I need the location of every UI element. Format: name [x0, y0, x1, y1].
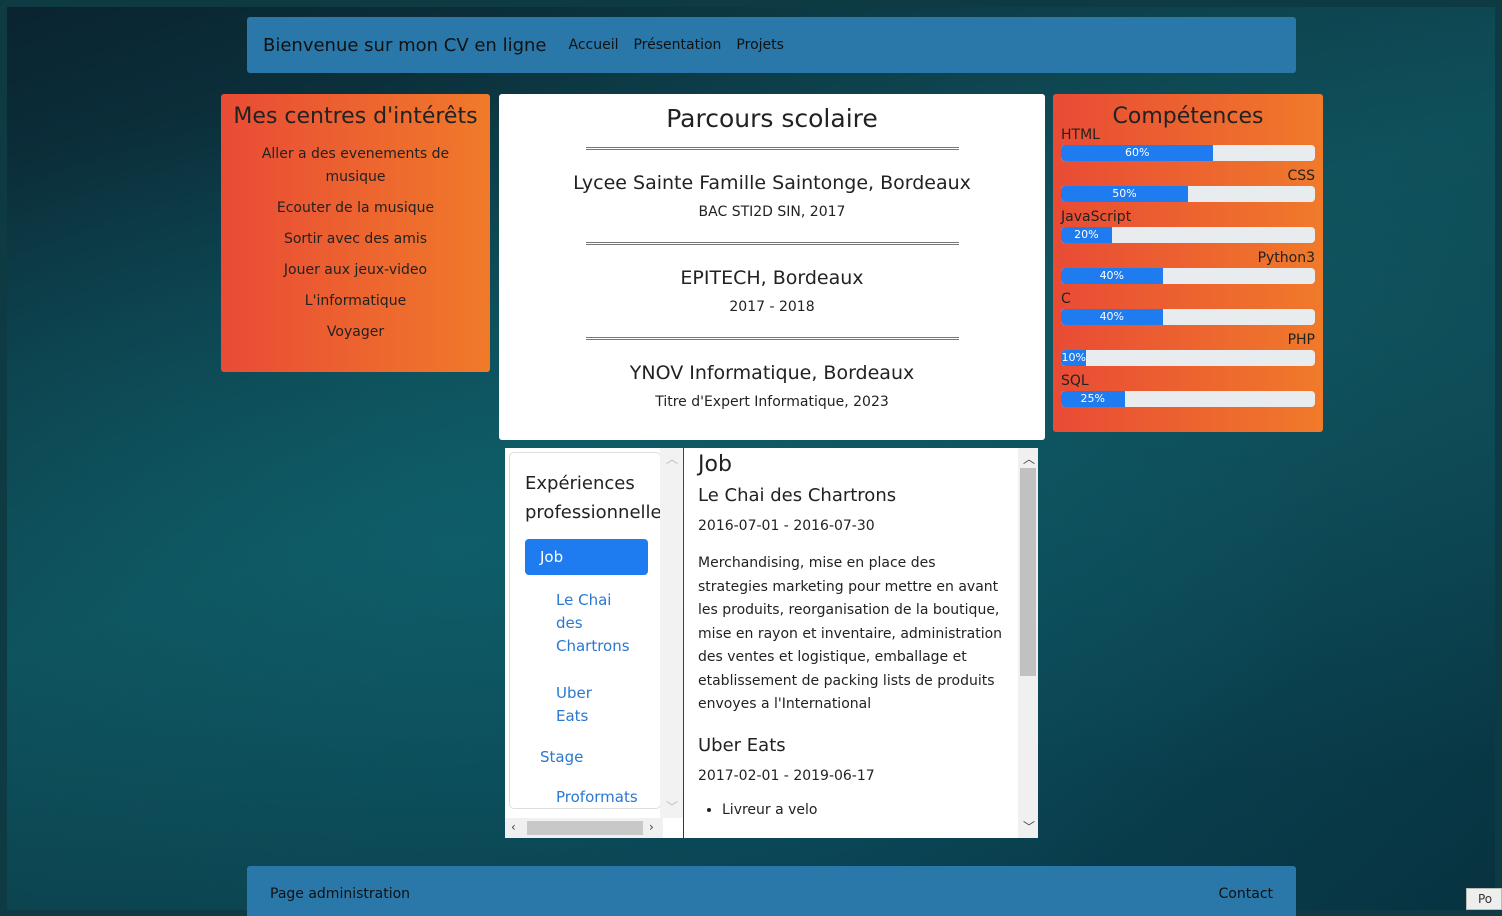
job-detail-content: Job Le Chai des Chartrons 2016-07-01 - 2…: [698, 448, 1008, 818]
school-name: Lycee Sainte Famille Saintonge, Bordeaux: [573, 172, 971, 194]
scroll-left-arrow-icon[interactable]: ‹: [511, 820, 516, 834]
education-entry: YNOV Informatique, Bordeaux Titre d'Expe…: [499, 340, 1045, 432]
nav-link-accueil[interactable]: Accueil: [568, 37, 618, 53]
skill-row: HTML 60%: [1053, 127, 1323, 174]
school-name: YNOV Informatique, Bordeaux: [629, 362, 915, 384]
job-description: Merchandising, mise en place des strateg…: [698, 555, 1003, 712]
job-dates: 2016-07-01 - 2016-07-30: [698, 518, 875, 534]
experience-nav-title: Expériences professionnelles: [525, 469, 660, 527]
experience-nav-panel: Expériences professionnelles Job Le Chai…: [505, 448, 683, 838]
interest-item: Jouer aux jeux-video: [283, 262, 428, 278]
skill-progress-bar: 25%: [1061, 391, 1315, 407]
education-title: Parcours scolaire: [666, 104, 878, 133]
skill-progress-fill: 10%: [1061, 350, 1087, 366]
nav-link-le-chai[interactable]: Le Chai des Chartrons: [556, 589, 630, 658]
skill-row: SQL 25%: [1053, 373, 1323, 420]
skills-card: Compétences HTML 60% CSS 50% JavaScript 20% Py…: [1053, 94, 1323, 432]
nav-pill-job-active[interactable]: Job: [525, 539, 648, 575]
footer-bar: Page administration Contact: [247, 866, 1296, 916]
education-entry: Lycee Sainte Famille Saintonge, Bordeaux…: [499, 150, 1045, 242]
nav-link-presentation[interactable]: Présentation: [633, 37, 721, 53]
experience-title-line: professionnelles: [525, 502, 660, 523]
skill-progress-fill: 50%: [1061, 186, 1188, 202]
interests-card: Mes centres d'intérêts Aller a des evene…: [221, 94, 490, 372]
interest-item: Sortir avec des amis: [283, 231, 428, 247]
education-entry: EPITECH, Bordeaux 2017 - 2018: [499, 245, 1045, 337]
interests-title: Mes centres d'intérêts: [233, 104, 478, 129]
job-task: Livreur a velo: [722, 802, 1008, 818]
job-detail-title: Job: [698, 452, 732, 477]
scroll-right-arrow-icon[interactable]: ›: [649, 820, 654, 834]
skill-progress-bar: 20%: [1061, 227, 1315, 243]
skill-row: C 40%: [1053, 291, 1323, 338]
nav-link-stage[interactable]: Stage: [540, 748, 660, 766]
skill-name: Python3: [1257, 250, 1315, 266]
interests-list: Aller a des evenements de musique Ecoute…: [221, 143, 490, 344]
skill-progress-fill: 60%: [1061, 145, 1214, 161]
skill-progress-fill: 40%: [1061, 309, 1163, 325]
experience-title-line: Expériences: [525, 473, 635, 494]
experience-nav-card: Expériences professionnelles Job Le Chai…: [510, 453, 660, 808]
footer-admin-link[interactable]: Page administration: [270, 886, 410, 902]
skill-progress-bar: 60%: [1061, 145, 1315, 161]
interest-item: L'informatique: [304, 293, 407, 309]
skill-progress-bar: 40%: [1061, 309, 1315, 325]
school-detail: 2017 - 2018: [729, 299, 815, 315]
skills-title: Compétences: [1112, 104, 1264, 129]
school-detail: Titre d'Expert Informatique, 2023: [655, 394, 889, 410]
navbar-brand[interactable]: Bienvenue sur mon CV en ligne: [263, 35, 546, 56]
horizontal-scrollbar[interactable]: ‹ ›: [505, 818, 663, 838]
interest-item: Aller a des evenements de musique: [261, 146, 450, 185]
skill-name: JavaScript: [1061, 209, 1132, 225]
skill-progress-fill: 25%: [1061, 391, 1125, 407]
scroll-up-arrow-icon[interactable]: ︿: [1023, 450, 1035, 467]
school-name: EPITECH, Bordeaux: [680, 267, 864, 289]
skill-progress-fill: 40%: [1061, 268, 1163, 284]
scrollbar-thumb[interactable]: [1020, 468, 1036, 676]
skill-progress-fill: 20%: [1061, 227, 1112, 243]
scroll-up-arrow-icon[interactable]: ︿: [666, 450, 678, 467]
scrollbar-thumb[interactable]: [527, 821, 643, 835]
interest-item: Ecouter de la musique: [276, 200, 435, 216]
skill-name: CSS: [1287, 168, 1315, 184]
vertical-scrollbar[interactable]: ︿ ﹀: [660, 448, 683, 818]
skill-name: HTML: [1061, 127, 1100, 143]
nav-link-projets[interactable]: Projets: [736, 37, 784, 53]
skill-progress-bar: 50%: [1061, 186, 1315, 202]
job-task-list: Livreur a velo: [698, 802, 1008, 818]
job-company: Uber Eats: [698, 734, 786, 756]
scroll-down-arrow-icon[interactable]: ﹀: [666, 798, 678, 815]
interest-item: Voyager: [326, 324, 385, 340]
education-card: Parcours scolaire Lycee Sainte Famille S…: [499, 94, 1045, 440]
job-company: Le Chai des Chartrons: [698, 485, 897, 506]
nav-link-proformats[interactable]: Proformats: [556, 786, 646, 808]
skills-list: HTML 60% CSS 50% JavaScript 20% Python3 40% C 40%…: [1053, 127, 1323, 420]
vertical-scrollbar[interactable]: ︿ ﹀: [1018, 448, 1038, 838]
skill-row: Python3 40%: [1053, 250, 1323, 297]
footer-contact-link[interactable]: Contact: [1219, 886, 1273, 902]
scroll-down-arrow-icon[interactable]: ﹀: [1023, 818, 1035, 835]
skill-name: SQL: [1061, 373, 1089, 389]
job-dates: 2017-02-01 - 2019-06-17: [698, 767, 875, 784]
skill-progress-bar: 10%: [1061, 350, 1315, 366]
skill-name: C: [1061, 291, 1071, 307]
nav-link-uber-eats[interactable]: Uber Eats: [556, 682, 626, 728]
skill-name: PHP: [1287, 332, 1315, 348]
top-navbar: Bienvenue sur mon CV en ligne Accueil Pr…: [247, 17, 1296, 73]
skill-progress-bar: 40%: [1061, 268, 1315, 284]
job-detail-panel: Job Le Chai des Chartrons 2016-07-01 - 2…: [684, 448, 1038, 838]
school-detail: BAC STI2D SIN, 2017: [698, 204, 846, 220]
skill-row: PHP 10%: [1053, 332, 1323, 379]
corner-popup-button[interactable]: Po: [1466, 888, 1502, 910]
